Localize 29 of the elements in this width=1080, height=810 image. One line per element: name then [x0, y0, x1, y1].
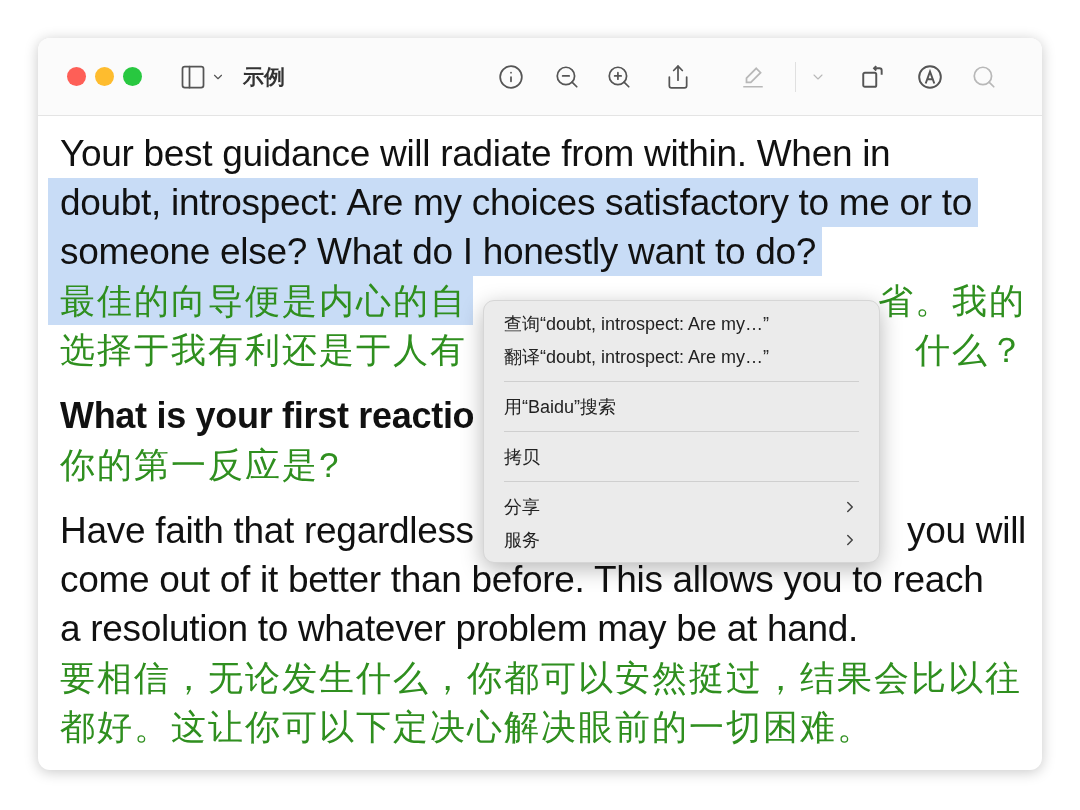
- translation-text: 你的第一反应是?: [60, 444, 341, 486]
- menu-item[interactable]: 分享: [484, 490, 879, 523]
- zoom-out-icon[interactable]: [554, 63, 580, 90]
- menu-item[interactable]: 拷贝: [484, 440, 879, 473]
- info-icon[interactable]: [498, 63, 524, 90]
- body-text: come out of it better than before. This allows you to reach: [60, 558, 984, 602]
- translation-text: 省。我的: [878, 280, 1026, 322]
- body-text: doubt, introspect: Are my choices satisfactory to me or to: [48, 178, 979, 227]
- body-text: you will: [907, 509, 1026, 553]
- translation-text: 都好。这让你可以下定决心解决眼前的一切困难。: [60, 706, 874, 748]
- menu-item[interactable]: 用“Baidu”搜索: [484, 390, 879, 423]
- share-icon[interactable]: [665, 63, 691, 90]
- markup-icon[interactable]: [917, 63, 943, 90]
- menu-item[interactable]: 查询“doubt, introspect: Are my…”: [484, 307, 879, 340]
- rotate-icon[interactable]: [860, 63, 886, 90]
- body-text: a resolution to whatever problem may be at hand.: [60, 607, 858, 651]
- close-button[interactable]: [67, 67, 86, 86]
- translation-text: 最佳的向导便是内心的自: [48, 276, 473, 325]
- translation-text: 什么？: [915, 329, 1026, 371]
- menu-item[interactable]: 服务: [484, 523, 879, 556]
- translation-text: 要相信，无论发生什么，你都可以安然挺过，结果会比以往: [60, 657, 1022, 699]
- body-text: Have faith that regardless: [60, 509, 474, 553]
- menu-item[interactable]: 翻译“doubt, introspect: Are my…”: [484, 340, 879, 373]
- body-text: Your best guidance will radiate from within. When in: [60, 132, 891, 176]
- heading-text: What is your first reactio: [60, 394, 475, 438]
- translation-text: 选择于我有利还是于人有: [60, 329, 467, 371]
- body-text: someone else? What do I honestly want to do?: [48, 227, 823, 276]
- window-title: 示例: [243, 63, 285, 90]
- zoom-in-icon[interactable]: [606, 63, 632, 90]
